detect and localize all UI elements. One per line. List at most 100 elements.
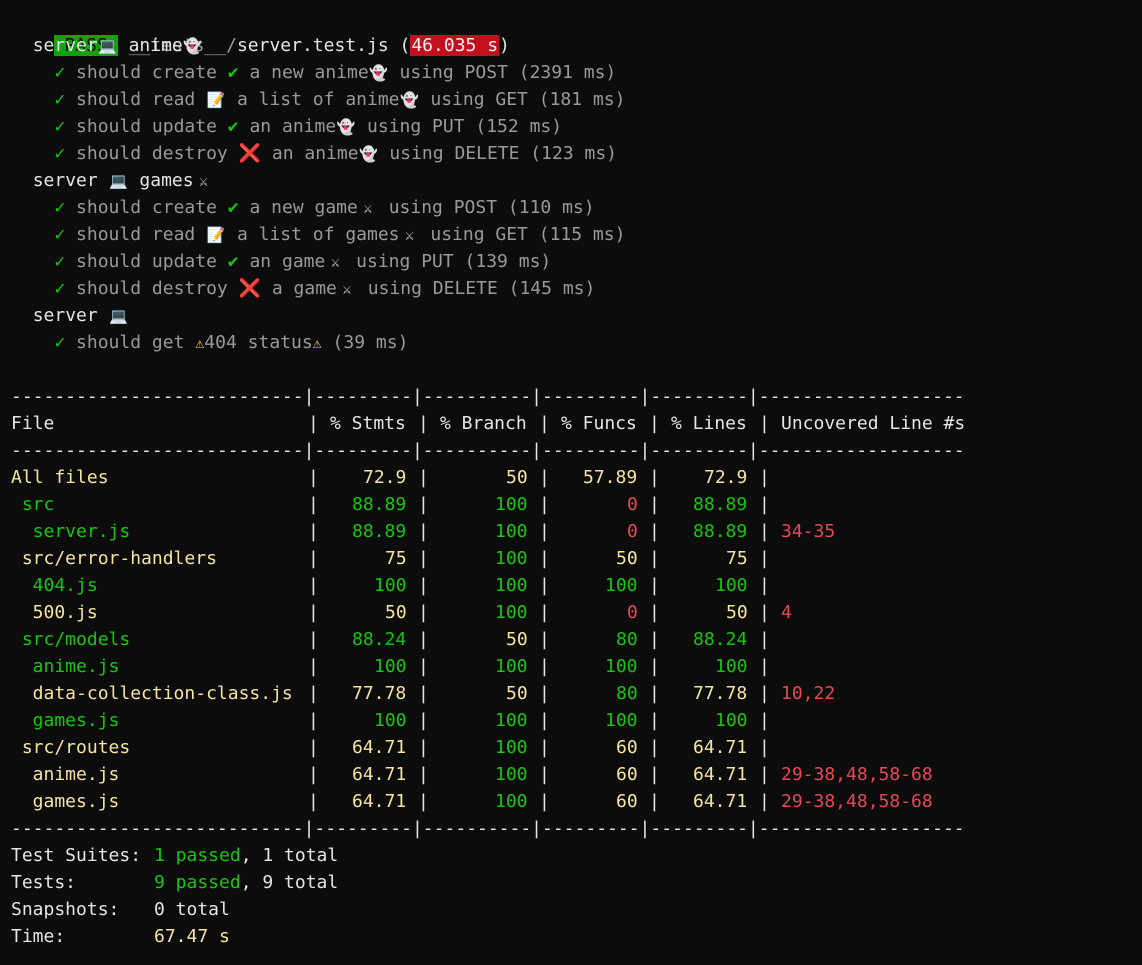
test-file-name: server.test.js [236, 35, 389, 56]
test-result-line: ✓ should read 📝 a list of games ⚔ using G… [11, 221, 625, 248]
coverage-funcs: 0 [627, 521, 638, 542]
coverage-branch: 100 [495, 575, 528, 596]
test-result-line: ✓ should update ✔ an game ⚔ using PUT (13… [11, 248, 551, 275]
crossed-swords-icon: ⚔ [405, 226, 415, 244]
laptop-icon: 💻 [98, 37, 118, 55]
crossed-swords-icon: ⚔ [342, 280, 352, 298]
coverage-file: 404.js [11, 575, 98, 596]
ghost-icon: 👻 [336, 118, 356, 136]
coverage-lines: 77.78 [693, 683, 748, 704]
coverage-branch: 100 [495, 737, 528, 758]
test-name-end: using POST (2391 ms) [399, 62, 617, 83]
test-name-end: using GET (181 ms) [430, 89, 626, 110]
warning-icon: ⚠ [312, 334, 322, 352]
test-name-start: should create [76, 62, 217, 83]
test-name-subject: 404 status [204, 332, 313, 353]
checkmark-icon: ✓ [54, 62, 66, 83]
coverage-funcs: 0 [627, 602, 638, 623]
test-name-subject: an anime [271, 143, 359, 164]
coverage-stmts: 64.71 [352, 737, 407, 758]
test-name-subject: a list of anime [236, 89, 400, 110]
coverage-funcs: 57.89 [583, 467, 638, 488]
coverage-lines: 64.71 [693, 791, 748, 812]
test-name-subject: a list of games [236, 224, 400, 245]
suite-subject: anime [128, 35, 183, 56]
coverage-stmts: 100 [374, 575, 407, 596]
coverage-stmts: 64.71 [352, 764, 407, 785]
coverage-branch: 50 [506, 467, 528, 488]
coverage-file: 500.js [11, 602, 98, 623]
coverage-branch: 100 [495, 710, 528, 731]
terminal-window: PASS __tests__/server.test.js (46.035 s)… [0, 0, 1142, 965]
coverage-branch: 100 [495, 656, 528, 677]
uncovered-lines: 4 [781, 602, 792, 623]
coverage-branch: 100 [495, 494, 528, 515]
coverage-branch: 100 [495, 764, 528, 785]
coverage-stmts: 75 [385, 548, 407, 569]
cross-icon: ❌ [238, 143, 262, 164]
checkmark-icon: ✓ [54, 278, 66, 299]
checkmark-icon: ✓ [54, 332, 66, 353]
coverage-file: games.js [11, 791, 120, 812]
test-result-line: ✓ should destroy ❌ an anime👻 using DELET… [11, 140, 617, 167]
summary-value: 0 total [154, 899, 230, 920]
crossed-swords-icon: ⚔ [330, 253, 340, 271]
coverage-stmts: 100 [374, 710, 407, 731]
summary-total: , 1 total [240, 845, 339, 866]
coverage-funcs: 50 [616, 548, 638, 569]
ghost-icon: 👻 [369, 64, 389, 82]
crossed-swords-icon: ⚔ [363, 199, 373, 217]
coverage-funcs: 80 [616, 629, 638, 650]
col-stmts-header: % Stmts [330, 413, 406, 434]
test-name-start: should update [76, 116, 217, 137]
suite-name: server [32, 35, 98, 56]
coverage-branch: 100 [495, 548, 528, 569]
coverage-stmts: 88.89 [352, 494, 407, 515]
suite-title: server💻 anime👻 [11, 32, 203, 59]
test-name-subject: an anime [249, 116, 337, 137]
coverage-lines: 64.71 [693, 764, 748, 785]
checkmark-icon: ✓ [54, 251, 66, 272]
summary-label: Tests: [11, 872, 77, 893]
coverage-lines: 72.9 [704, 467, 748, 488]
coverage-stmts: 72.9 [363, 467, 407, 488]
test-result-line: ✓ should create ✔ a new anime👻 using POS… [11, 59, 616, 86]
coverage-stmts: 50 [385, 602, 407, 623]
test-name-start: should read [76, 89, 196, 110]
test-result-line: ✓ should destroy ❌ a game ⚔ using DELETE … [11, 275, 595, 302]
table-header-rule: ---------------------------|---------|--… [11, 440, 965, 461]
col-funcs-header: % Funcs [561, 413, 637, 434]
coverage-lines: 88.24 [693, 629, 748, 650]
test-name-start: should update [76, 251, 217, 272]
coverage-branch: 100 [495, 791, 528, 812]
memo-icon: 📝 [206, 226, 226, 244]
test-name-end: using PUT (152 ms) [367, 116, 563, 137]
test-name-end: using DELETE (145 ms) [367, 278, 596, 299]
coverage-branch: 100 [495, 602, 528, 623]
uncovered-lines: 10,22 [781, 683, 836, 704]
coverage-branch: 50 [506, 629, 528, 650]
ghost-icon: 👻 [400, 91, 419, 109]
summary-label: Snapshots: [11, 899, 120, 920]
checkmark-icon: ✓ [54, 224, 66, 245]
uncovered-lines: 34-35 [781, 521, 836, 542]
cross-icon: ❌ [238, 278, 262, 299]
uncovered-lines: 29-38,48,58-68 [781, 764, 933, 785]
coverage-file: games.js [11, 710, 120, 731]
checkmark-icon: ✓ [54, 197, 66, 218]
coverage-funcs: 60 [616, 737, 638, 758]
coverage-file: src/routes [11, 737, 131, 758]
checkmark-icon: ✓ [54, 116, 66, 137]
test-name-start: should destroy [76, 278, 228, 299]
test-name-subject: a new anime [249, 62, 369, 83]
coverage-file: All files [11, 467, 109, 488]
slow-duration-badge: 46.035 s [410, 35, 500, 56]
coverage-lines: 64.71 [693, 737, 748, 758]
suite-title: server 💻 [11, 302, 139, 329]
test-name-end: using GET (115 ms) [430, 224, 626, 245]
warning-icon: ⚠ [195, 334, 205, 352]
col-lines-header: % Lines [671, 413, 747, 434]
test-name-end: using PUT (139 ms) [356, 251, 552, 272]
check-icon: ✔ [227, 116, 239, 137]
coverage-stmts: 77.78 [352, 683, 407, 704]
